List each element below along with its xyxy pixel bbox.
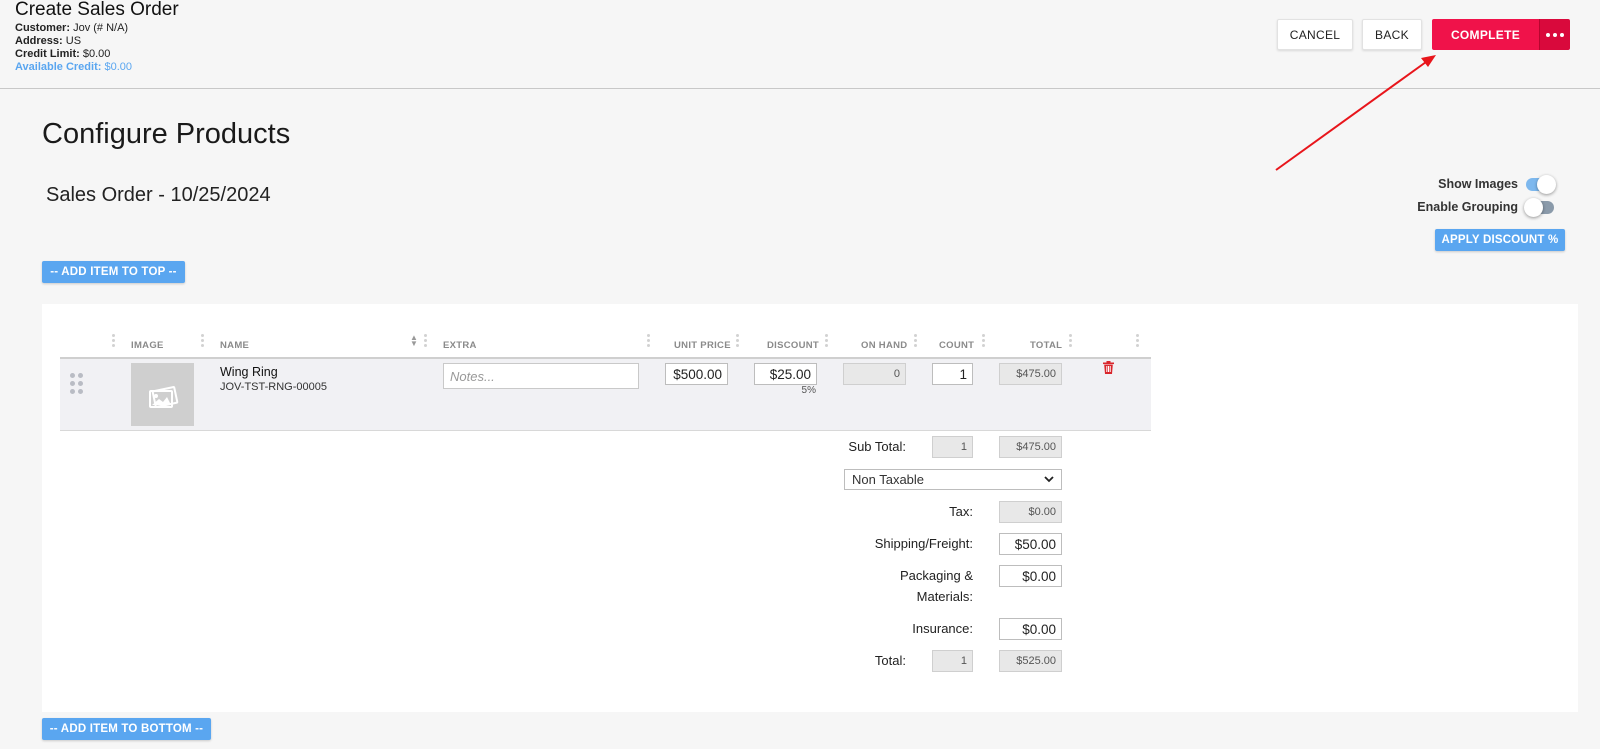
on-hand-value: 0 <box>843 363 906 385</box>
tax-select-value: Non Taxable <box>852 472 925 487</box>
customer-value: Jov (# N/A) <box>73 22 129 34</box>
back-button[interactable]: BACK <box>1362 19 1422 50</box>
column-header-name[interactable]: NAME <box>220 340 249 351</box>
available-credit-label: Available Credit: <box>15 61 102 73</box>
enable-grouping-toggle[interactable] <box>1524 197 1554 217</box>
add-item-top-button[interactable]: -- ADD ITEM TO TOP -- <box>42 261 185 283</box>
notes-input[interactable]: Notes... <box>443 363 639 389</box>
column-resize-handle[interactable] <box>647 334 650 347</box>
column-header-discount: DISCOUNT <box>767 340 820 351</box>
column-resize-handle[interactable] <box>424 334 427 347</box>
order-title: Sales Order - 10/25/2024 <box>46 184 271 206</box>
packaging-input[interactable]: $0.00 <box>999 565 1062 587</box>
more-dots-icon <box>1546 32 1564 37</box>
credit-limit-label: Credit Limit: <box>15 48 80 60</box>
customer-info: Customer: Jov (# N/A) Address: US Credit… <box>15 22 132 74</box>
column-header-image: IMAGE <box>131 340 164 351</box>
tax-label: Tax: <box>949 504 973 519</box>
column-resize-handle[interactable] <box>201 334 204 347</box>
column-resize-handle[interactable] <box>1136 334 1139 347</box>
tax-select[interactable]: Non Taxable <box>844 469 1062 490</box>
section-title: Configure Products <box>42 118 291 150</box>
insurance-input[interactable]: $0.00 <box>999 618 1062 640</box>
grand-total-value: $525.00 <box>999 650 1062 672</box>
column-resize-handle[interactable] <box>1069 334 1072 347</box>
show-images-toggle-row: Show Images <box>1438 174 1556 194</box>
more-options-button[interactable] <box>1539 19 1570 50</box>
image-placeholder-icon <box>148 385 178 408</box>
address-value: US <box>65 35 82 47</box>
drag-handle-icon[interactable] <box>70 373 83 394</box>
column-header-total: TOTAL <box>1030 340 1063 351</box>
customer-label: Customer: <box>15 22 71 34</box>
total-label: Total: <box>874 653 906 668</box>
sort-icon[interactable]: ▲ ▼ <box>410 334 418 348</box>
shipping-label: Shipping/Freight: <box>874 536 973 551</box>
column-header-unit-price: UNIT PRICE <box>674 340 731 351</box>
chevron-down-icon <box>1044 476 1054 483</box>
total-count: 1 <box>932 650 973 672</box>
show-images-label: Show Images <box>1438 177 1518 191</box>
column-resize-handle[interactable] <box>112 334 115 347</box>
column-resize-handle[interactable] <box>825 334 828 347</box>
row-total-value: $475.00 <box>999 363 1062 385</box>
column-resize-handle[interactable] <box>982 334 985 347</box>
enable-grouping-label: Enable Grouping <box>1417 200 1518 214</box>
header: Create Sales Order Customer: Jov (# N/A)… <box>0 0 1600 89</box>
packaging-label-line1: Packaging & <box>900 568 973 583</box>
tax-value: $0.00 <box>999 501 1062 523</box>
discount-percent: 5% <box>801 385 816 396</box>
insurance-label: Insurance: <box>912 621 973 636</box>
credit-limit-value: $0.00 <box>82 48 111 60</box>
count-input[interactable]: 1 <box>932 363 973 385</box>
item-name[interactable]: Wing Ring <box>220 365 278 379</box>
address-label: Address: <box>15 35 63 47</box>
available-credit-value: $0.00 <box>104 61 132 73</box>
column-resize-handle[interactable] <box>736 334 739 347</box>
discount-input[interactable]: $25.00 <box>754 363 817 385</box>
product-image <box>131 363 194 426</box>
apply-discount-button[interactable]: APPLY DISCOUNT % <box>1435 229 1565 251</box>
column-resize-handle[interactable] <box>914 334 917 347</box>
enable-grouping-toggle-row: Enable Grouping <box>1417 197 1554 217</box>
unit-price-input[interactable]: $500.00 <box>665 363 728 385</box>
show-images-toggle[interactable] <box>1526 174 1556 194</box>
subtotal-value: $475.00 <box>999 436 1062 458</box>
cancel-button[interactable]: CANCEL <box>1277 19 1353 50</box>
add-item-bottom-button[interactable]: -- ADD ITEM TO BOTTOM -- <box>42 718 211 740</box>
page-title: Create Sales Order <box>15 0 179 20</box>
column-header-on-hand: ON HAND <box>861 340 908 351</box>
item-sku: JOV-TST-RNG-00005 <box>220 381 327 393</box>
complete-button[interactable]: COMPLETE <box>1432 19 1539 50</box>
column-header-extra: EXTRA <box>443 340 477 351</box>
trash-icon[interactable] <box>1103 361 1114 374</box>
subtotal-label: Sub Total: <box>848 439 906 454</box>
column-header-count: COUNT <box>939 340 975 351</box>
shipping-input[interactable]: $50.00 <box>999 533 1062 555</box>
packaging-label-line2: Materials: <box>916 589 973 604</box>
subtotal-count: 1 <box>932 436 973 458</box>
